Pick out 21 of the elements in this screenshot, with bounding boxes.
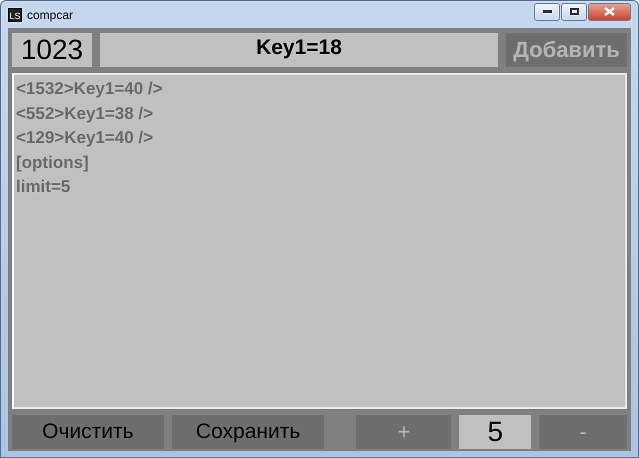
key-field[interactable]: Key1=18: [100, 33, 498, 67]
close-icon: [604, 7, 615, 16]
limit-value: 5: [459, 415, 532, 449]
text-area[interactable]: <1532>Key1=40 /> <552>Key1=38 /> <129>Key1=40 /> [options] limit=5: [12, 73, 627, 409]
window-title: compcar: [27, 8, 74, 22]
maximize-icon: [570, 8, 578, 15]
minimize-button[interactable]: [534, 2, 560, 20]
app-icon: LS: [8, 8, 22, 22]
clear-button[interactable]: Очистить: [12, 415, 164, 449]
minimize-icon: [542, 10, 552, 13]
counter-display: 1023: [12, 33, 92, 67]
text-line: <1532>Key1=40 />: [16, 78, 164, 100]
text-line: [options]: [16, 152, 90, 174]
close-button[interactable]: [588, 2, 631, 20]
minus-button[interactable]: -: [539, 415, 628, 449]
text-line: limit=5: [16, 176, 72, 198]
maximize-button[interactable]: [561, 2, 587, 20]
text-line: <129>Key1=40 />: [16, 127, 154, 149]
plus-button[interactable]: +: [356, 415, 452, 449]
save-button[interactable]: Сохранить: [172, 415, 324, 449]
text-line: <552>Key1=38 />: [16, 102, 154, 124]
